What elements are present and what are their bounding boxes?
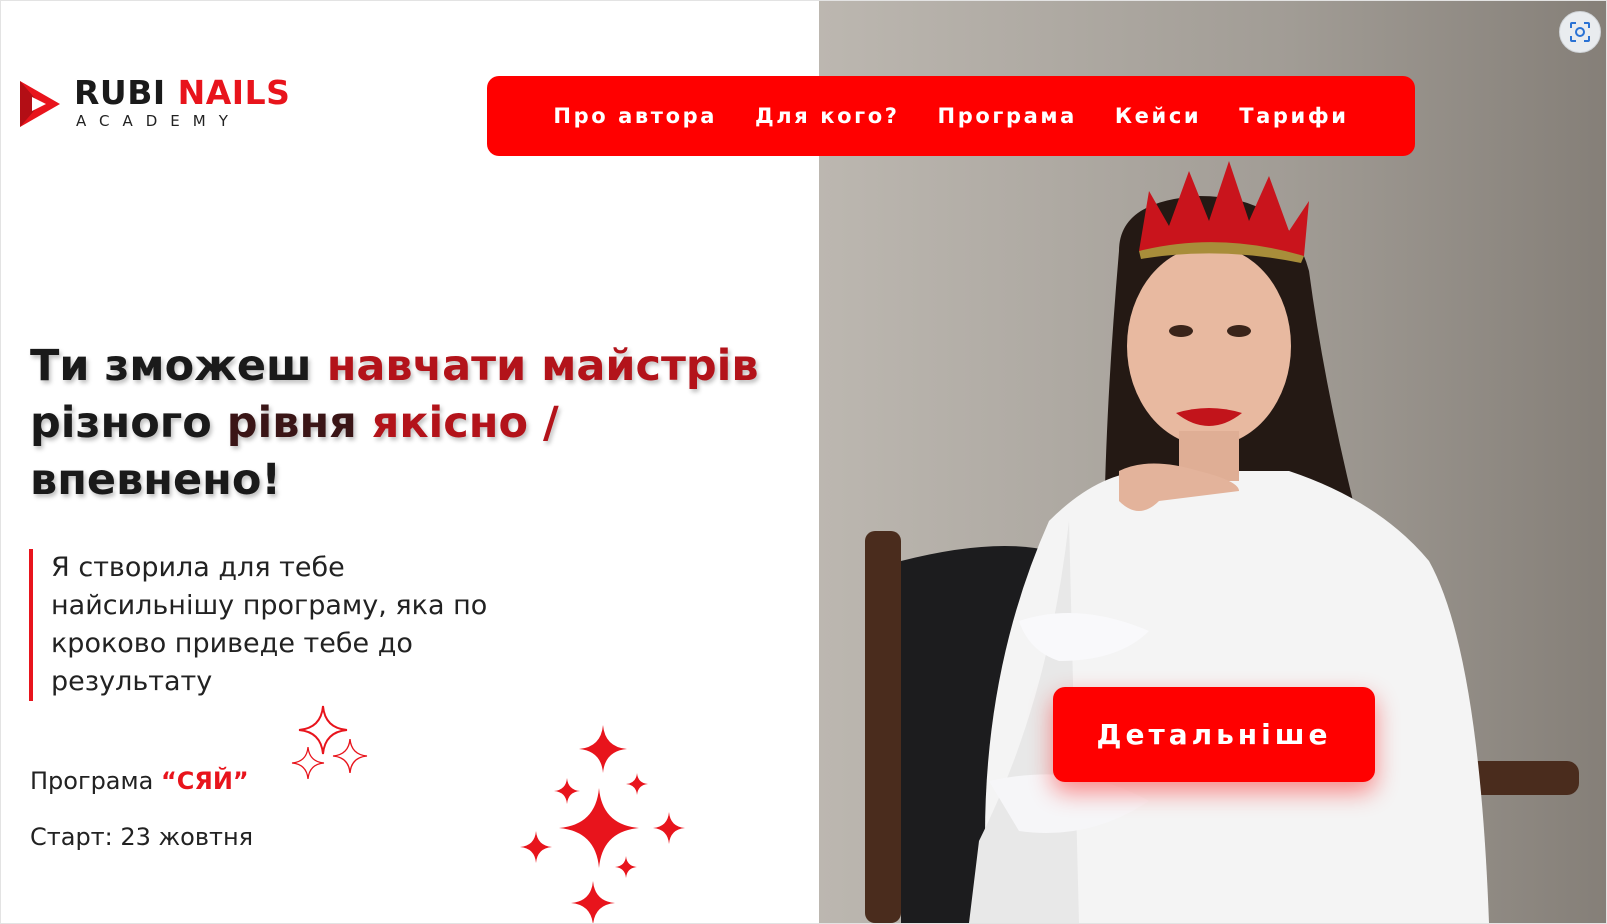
logo-play-icon (20, 81, 60, 127)
headline-part-3: різного (30, 398, 227, 448)
sparkle-icon (292, 747, 324, 779)
screenshot-lens-icon[interactable] (1559, 11, 1601, 53)
sparkle-icon (554, 778, 580, 804)
headline-part-4: рівня (226, 398, 357, 448)
headline-part-1: Ти зможеш (30, 341, 327, 391)
sparkle-icon (579, 725, 627, 773)
brand-logo[interactable]: RUBI NAILS ACADEMY (18, 74, 308, 134)
sparkle-icon (571, 881, 615, 923)
sparkle-icon (559, 788, 639, 868)
start-date: Старт: 23 жовтня (30, 823, 254, 851)
nav-item-program[interactable]: Програма (938, 104, 1077, 128)
program-line: Програма “СЯЙ” (30, 767, 249, 795)
headline-part-5: якісно / (356, 398, 559, 448)
nav-item-for-whom[interactable]: Для кого? (755, 104, 900, 128)
program-name: “СЯЙ” (160, 767, 249, 795)
lens-glyph-icon (1570, 22, 1590, 42)
program-label: Програма (30, 767, 161, 795)
logo-wordmark: RUBI NAILS (74, 74, 290, 112)
page: RUBI NAILS ACADEMY Про автора Для кого? … (0, 0, 1607, 924)
logo-word-rubi: RUBI (74, 73, 166, 112)
sparkle-icon (653, 812, 685, 844)
headline-part-6: впевнено! (30, 455, 282, 505)
hero-headline: Ти зможеш навчати майстрів різного рівня… (30, 338, 790, 509)
logo-word-nails: NAILS (177, 73, 291, 112)
nav-item-about-author[interactable]: Про автора (553, 104, 717, 128)
main-nav: Про автора Для кого? Програма Кейси Тари… (487, 76, 1415, 156)
sparkle-icon (333, 739, 367, 773)
details-button[interactable]: Детальніше (1053, 687, 1375, 782)
nav-item-cases[interactable]: Кейси (1115, 104, 1201, 128)
sparkle-icon (520, 831, 552, 863)
hero-quote: Я створила для тебе найсильнішу програму… (29, 549, 521, 701)
logo-subtitle: ACADEMY (76, 112, 241, 130)
sparkle-icon (626, 773, 648, 795)
nav-item-pricing[interactable]: Тарифи (1239, 104, 1348, 128)
headline-part-2: навчати майстрів (326, 341, 759, 391)
sparkle-icon (615, 856, 637, 878)
sparkle-icon (299, 706, 347, 754)
